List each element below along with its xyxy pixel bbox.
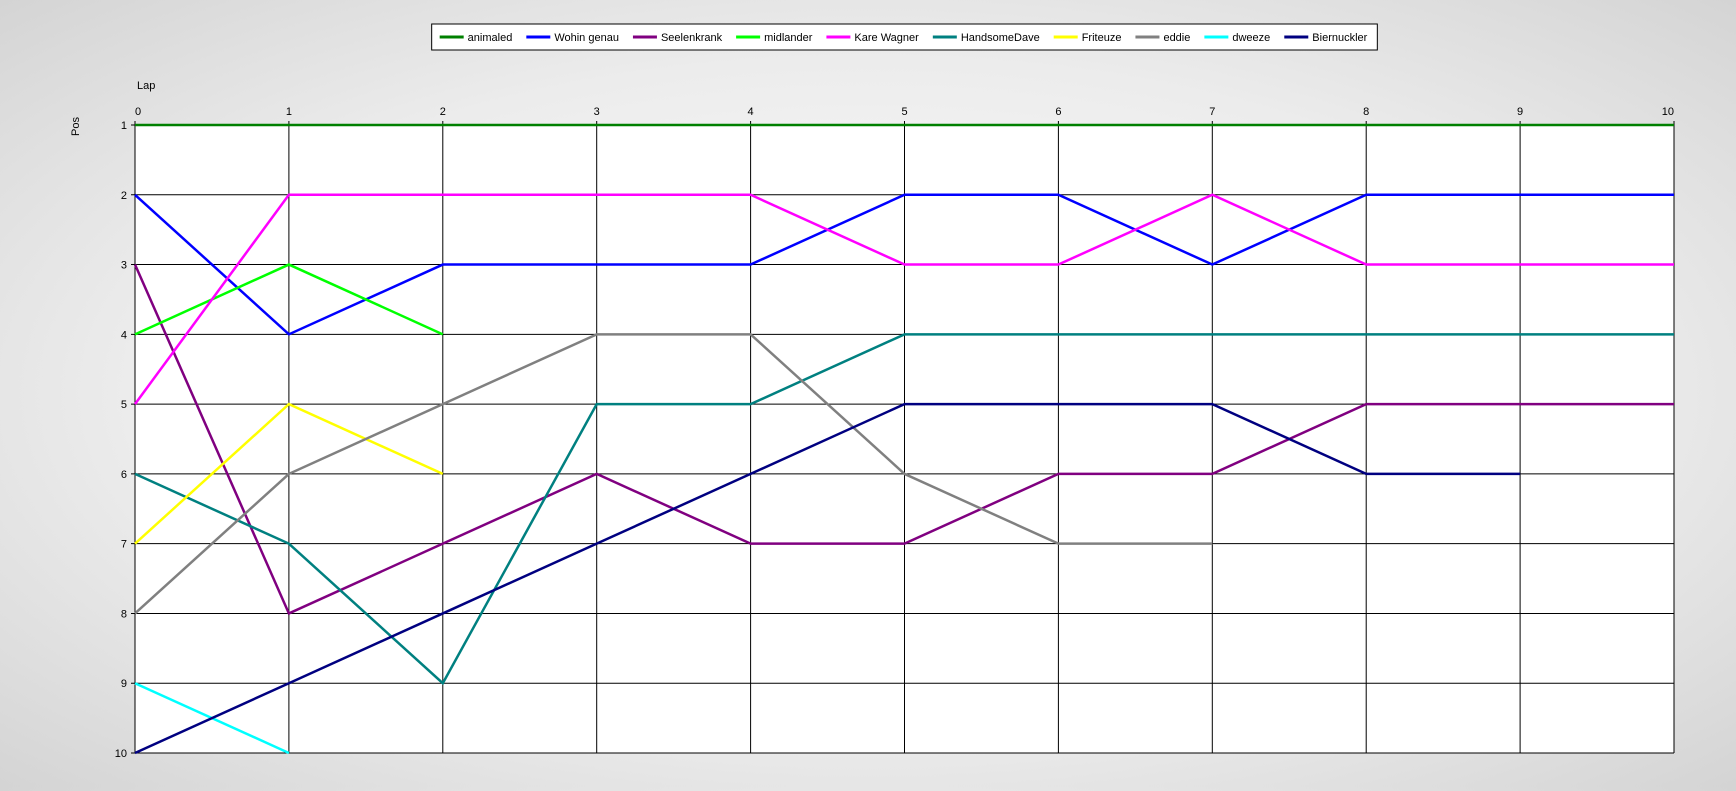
y-tick-label: 1	[121, 120, 127, 132]
x-tick-label: 1	[286, 106, 292, 118]
legend-label: Seelenkrank	[661, 32, 723, 44]
x-axis-title: Lap	[137, 80, 155, 92]
y-tick-label: 5	[121, 399, 127, 411]
y-tick-label: 10	[115, 748, 127, 760]
x-tick-label: 10	[1662, 106, 1674, 118]
legend-label: HandsomeDave	[961, 32, 1040, 44]
legend-label: midlander	[764, 32, 813, 44]
position-chart: animaled Wohin genau Seelenkrank midlander K…	[0, 0, 1736, 786]
x-tick-label: 8	[1363, 106, 1369, 118]
legend-label: Biernuckler	[1312, 32, 1367, 44]
legend-label: Friteuze	[1082, 32, 1122, 44]
y-tick-label: 9	[121, 678, 127, 690]
legend-label: eddie	[1163, 32, 1190, 44]
x-tick-label: 4	[748, 106, 754, 118]
plot-area: 0 1 2 3 4 5 6 7 8 9 1012345678910	[115, 106, 1675, 760]
x-tick-label: 0	[135, 106, 141, 118]
x-tick-label: 2	[440, 106, 446, 118]
legend-label: dweeze	[1232, 32, 1270, 44]
x-tick-label: 3	[594, 106, 600, 118]
legend-label: Kare Wagner	[854, 32, 919, 44]
legend: animaled Wohin genau Seelenkrank midlander K…	[431, 23, 1378, 51]
x-tick-label: 6	[1055, 106, 1061, 118]
y-tick-label: 2	[121, 190, 127, 202]
legend-label: animaled	[468, 32, 513, 44]
chart-svg: animaled Wohin genau Seelenkrank midlander K…	[70, 23, 1675, 760]
y-tick-label: 8	[121, 608, 127, 620]
x-tick-label: 9	[1517, 106, 1523, 118]
x-tick-label: 7	[1209, 106, 1215, 118]
y-tick-label: 3	[121, 260, 127, 272]
x-tick-label: 5	[901, 106, 907, 118]
y-tick-label: 7	[121, 539, 127, 551]
y-axis-title: Pos	[70, 117, 82, 136]
legend-label: Wohin genau	[554, 32, 619, 44]
y-tick-label: 4	[121, 329, 127, 341]
y-tick-label: 6	[121, 469, 127, 481]
